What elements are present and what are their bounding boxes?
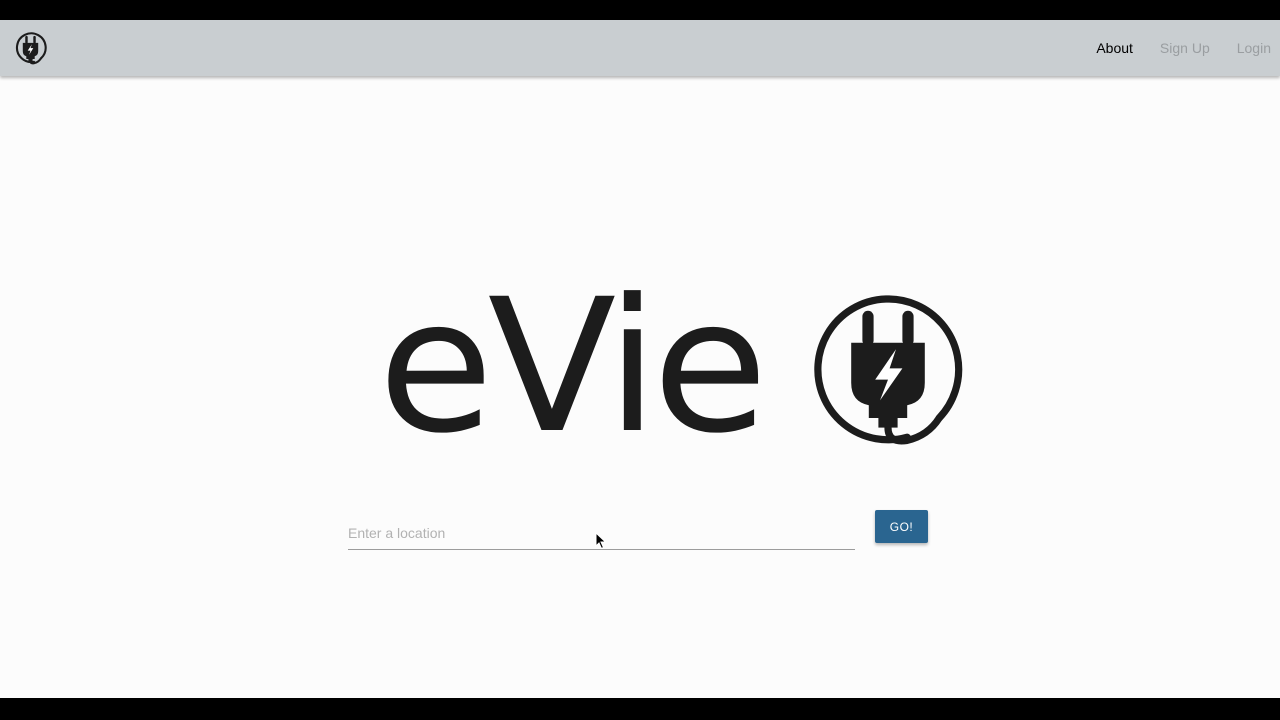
- location-search-input[interactable]: [348, 517, 855, 550]
- nav-link-about[interactable]: About: [1096, 40, 1133, 56]
- letterbox-top: [0, 0, 1280, 20]
- nav-links: About Sign Up Login: [1069, 20, 1280, 76]
- nav-link-login[interactable]: Login: [1237, 40, 1271, 56]
- search-row: GO!: [348, 510, 938, 556]
- letterbox-bottom: [0, 698, 1280, 720]
- hero-logo: eVie: [378, 259, 968, 475]
- plug-logo-icon[interactable]: [13, 31, 48, 66]
- go-button[interactable]: GO!: [875, 510, 928, 543]
- plug-circle-icon: [808, 290, 968, 450]
- hero-wordmark: eVie: [378, 259, 768, 475]
- page: About Sign Up Login eVie GO!: [0, 20, 1280, 698]
- nav-link-sign-up[interactable]: Sign Up: [1160, 40, 1210, 56]
- navbar: About Sign Up Login: [0, 20, 1280, 76]
